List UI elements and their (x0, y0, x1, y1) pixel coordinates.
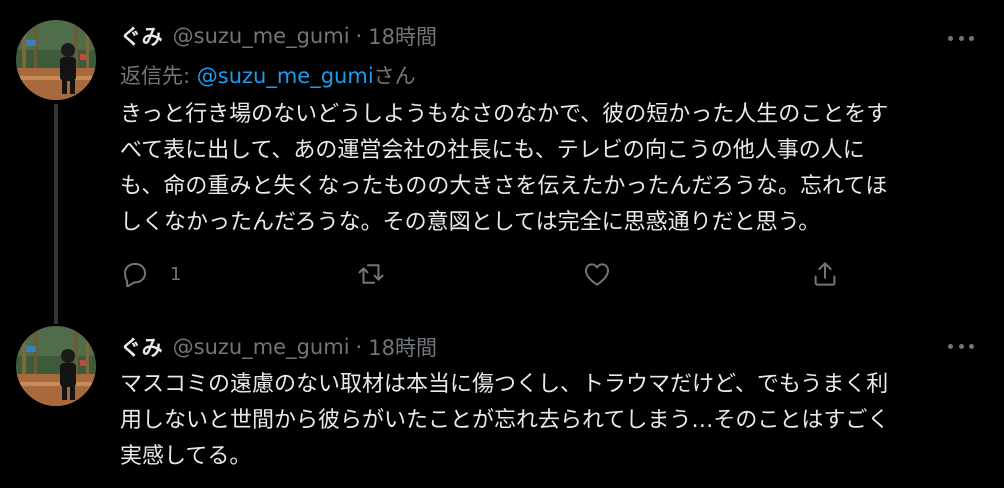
share-icon (814, 262, 836, 286)
retweet-button[interactable] (356, 256, 386, 292)
more-options-icon[interactable] (948, 342, 974, 350)
tweet-header: ぐみ @suzu_me_gumi · 18時間 (120, 21, 437, 51)
tweet-text-line: 実感してる。 (120, 444, 252, 469)
reply-to-label: 返信先: @suzu_me_gumiさん (120, 60, 416, 90)
reply-icon (124, 263, 146, 288)
tweet-actions: 1 (120, 256, 850, 292)
avatar-photo (16, 326, 96, 406)
user-avatar[interactable] (16, 20, 96, 100)
tweet[interactable]: ぐみ @suzu_me_gumi · 18時間 マスコミの遠慮のない取材は本当に… (0, 316, 1004, 488)
separator-dot: · (355, 335, 363, 359)
tweet-text-line: も、命の重みと失くなったものの大きさを伝えたかったんだろうな。忘れてほ (120, 174, 888, 199)
separator-dot: · (355, 24, 363, 48)
reply-button[interactable]: 1 (120, 256, 181, 292)
avatar-photo (16, 20, 96, 100)
display-name[interactable]: ぐみ (120, 21, 163, 51)
tweet-text-line: きっと行き場のないどうしようもなさのなかで、彼の短かった人生のことをす (120, 102, 889, 127)
tweet-text-line: 用しないと世間から彼らがいたことが忘れ去られてしまう…そのことはすごく (120, 408, 890, 433)
user-handle[interactable]: @suzu_me_gumi (173, 335, 350, 359)
tweet-text: きっと行き場のないどうしようもなさのなかで、彼の短かった人生のことをす べて表に… (120, 97, 970, 241)
tweet[interactable]: ぐみ @suzu_me_gumi · 18時間 返信先: @suzu_me_gu… (0, 0, 1004, 324)
tweet-text-line: べて表に出して、あの運営会社の社長にも、テレビの向こうの他人事の人に (120, 138, 865, 163)
timestamp[interactable]: 18時間 (368, 332, 437, 362)
heart-icon (585, 263, 609, 286)
display-name[interactable]: ぐみ (120, 332, 163, 362)
like-button[interactable] (582, 256, 612, 292)
reply-to-suffix: さん (373, 64, 416, 88)
more-options-icon[interactable] (948, 34, 974, 42)
reply-mention-link[interactable]: @suzu_me_gumi (197, 64, 374, 88)
tweet-header: ぐみ @suzu_me_gumi · 18時間 (120, 332, 437, 362)
tweet-text-line: しくなかったんだろうな。その意図としては完全に思惑通りだと思う。 (120, 210, 821, 235)
user-avatar[interactable] (16, 326, 96, 406)
timestamp[interactable]: 18時間 (368, 21, 437, 51)
retweet-icon (358, 264, 384, 284)
reply-count: 1 (170, 263, 182, 285)
thread-connector-line (54, 104, 58, 324)
reply-to-prefix: 返信先: (120, 64, 197, 88)
user-handle[interactable]: @suzu_me_gumi (173, 24, 350, 48)
share-button[interactable] (810, 256, 840, 292)
tweet-text: マスコミの遠慮のない取材は本当に傷つくし、トラウマだけど、でもうまく利 用しない… (120, 367, 970, 475)
tweet-text-line: マスコミの遠慮のない取材は本当に傷つくし、トラウマだけど、でもうまく利 (120, 372, 889, 397)
